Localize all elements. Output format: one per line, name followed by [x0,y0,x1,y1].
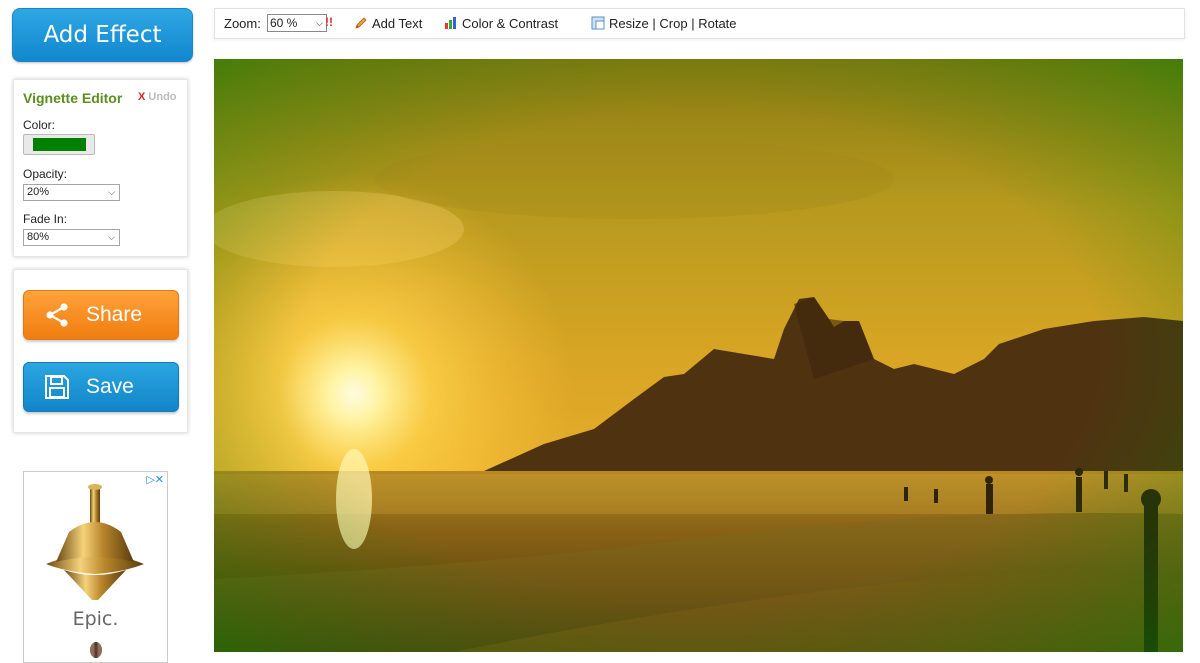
share-button[interactable]: Share [23,290,179,340]
editor-toolbar: Zoom: 60 % ⌵ !! Add Text Color & Contras… [214,8,1185,39]
ad-banner[interactable]: ▷✕ Epic. [23,471,168,663]
resize-button[interactable]: Resize [609,16,649,31]
color-contrast-label: Color & Contrast [462,16,559,31]
color-contrast-button[interactable]: Color & Contrast [444,16,558,31]
opacity-value: 20% [27,186,50,198]
vignette-editor-title: Vignette Editor [23,90,123,106]
share-icon [46,303,68,327]
fade-in-label: Fade In: [23,212,68,226]
vignette-editor-panel: Vignette Editor X Undo Color: Opacity: 2… [13,79,188,257]
zoom-value: 60 % [270,16,298,30]
zoom-select[interactable]: 60 % ⌵ [267,14,327,32]
undo-x-icon: X [138,91,146,103]
image-canvas[interactable] [214,59,1183,652]
undo-button[interactable]: X Undo [138,91,177,103]
rotate-button[interactable]: Rotate [698,16,736,31]
add-effect-button[interactable]: Add Effect [12,8,193,62]
beach-sunset-photo [214,59,1183,652]
fade-in-select[interactable]: 80% ⌵ [23,229,120,246]
color-label: Color: [23,118,56,132]
toolbar-separator: | [652,16,656,31]
zoom-label: Zoom: [224,16,261,31]
chevron-down-icon: ⌵ [108,232,115,242]
toolbar-separator: | [691,16,695,31]
resize-icon [591,16,605,30]
spinning-top-image [46,484,144,600]
chevron-down-icon: ⌵ [108,187,115,197]
share-label: Share [86,303,143,326]
share-save-panel: Share Save [13,269,188,433]
opacity-select[interactable]: 20% ⌵ [23,184,120,201]
ad-text: Epic. [72,608,119,630]
add-text-button[interactable]: Add Text [354,16,422,31]
color-bars-icon [445,17,456,29]
fade-in-value: 80% [27,231,50,243]
chevron-down-icon: ⌵ [316,18,323,28]
ad-product-icon [90,642,102,658]
pencil-icon [355,17,367,29]
crop-button[interactable]: Crop [659,16,687,31]
add-text-label: Add Text [372,16,423,31]
save-label: Save [86,375,134,398]
resize-crop-rotate-group: Resize | Crop | Rotate [591,16,737,31]
zoom-warning: !! [325,15,333,29]
color-picker[interactable] [23,134,95,155]
undo-label: Undo [148,91,177,103]
color-swatch [33,138,86,151]
opacity-label: Opacity: [23,167,68,181]
save-button[interactable]: Save [23,362,179,412]
floppy-disk-icon [45,375,69,399]
